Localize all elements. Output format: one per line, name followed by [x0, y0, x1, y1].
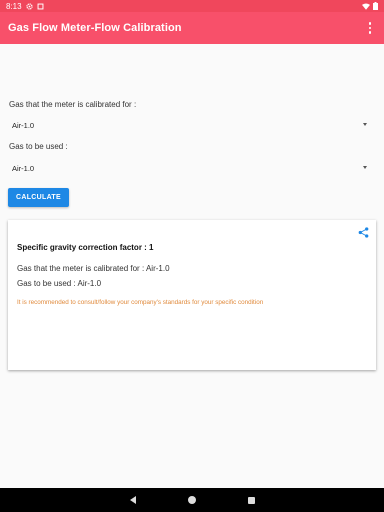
gas-used-dropdown[interactable]: Air-1.0: [9, 159, 371, 177]
recommendation-note: It is recommended to consult/follow your…: [17, 299, 264, 306]
gas-used-value: Air-1.0: [12, 163, 35, 173]
calibrated-for-label: Gas that the meter is calibrated for :: [9, 100, 137, 109]
result-calibrated-line: Gas that the meter is calibrated for : A…: [17, 264, 170, 273]
navigation-bar: [0, 488, 384, 512]
result-card: Specific gravity correction factor : 1 G…: [8, 220, 376, 370]
result-used-line: Gas to be used : Air-1.0: [17, 279, 102, 288]
battery-icon: [373, 2, 378, 10]
dropdown-arrow-icon: [363, 166, 367, 169]
correction-factor-title: Specific gravity correction factor : 1: [17, 243, 154, 252]
home-icon[interactable]: [187, 496, 196, 504]
calibrated-for-value: Air-1.0: [12, 120, 35, 130]
wifi-icon: [362, 3, 370, 10]
calibrated-for-dropdown[interactable]: Air-1.0: [9, 116, 371, 134]
overflow-menu-icon[interactable]: [364, 20, 376, 36]
settings-icon: [25, 2, 33, 10]
notification-icon: [37, 3, 44, 9]
dropdown-arrow-icon: [363, 123, 367, 126]
back-icon[interactable]: [129, 496, 136, 504]
status-time: 8:13: [6, 1, 22, 11]
recents-icon[interactable]: [247, 496, 255, 504]
status-bar: 8:13: [0, 0, 384, 12]
gas-used-label: Gas to be used :: [9, 142, 68, 151]
app-title: Gas Flow Meter-Flow Calibration: [8, 22, 182, 34]
app-bar: Gas Flow Meter-Flow Calibration: [0, 12, 384, 44]
calculate-button[interactable]: CALCULATE: [8, 188, 69, 207]
share-icon[interactable]: [358, 227, 369, 238]
